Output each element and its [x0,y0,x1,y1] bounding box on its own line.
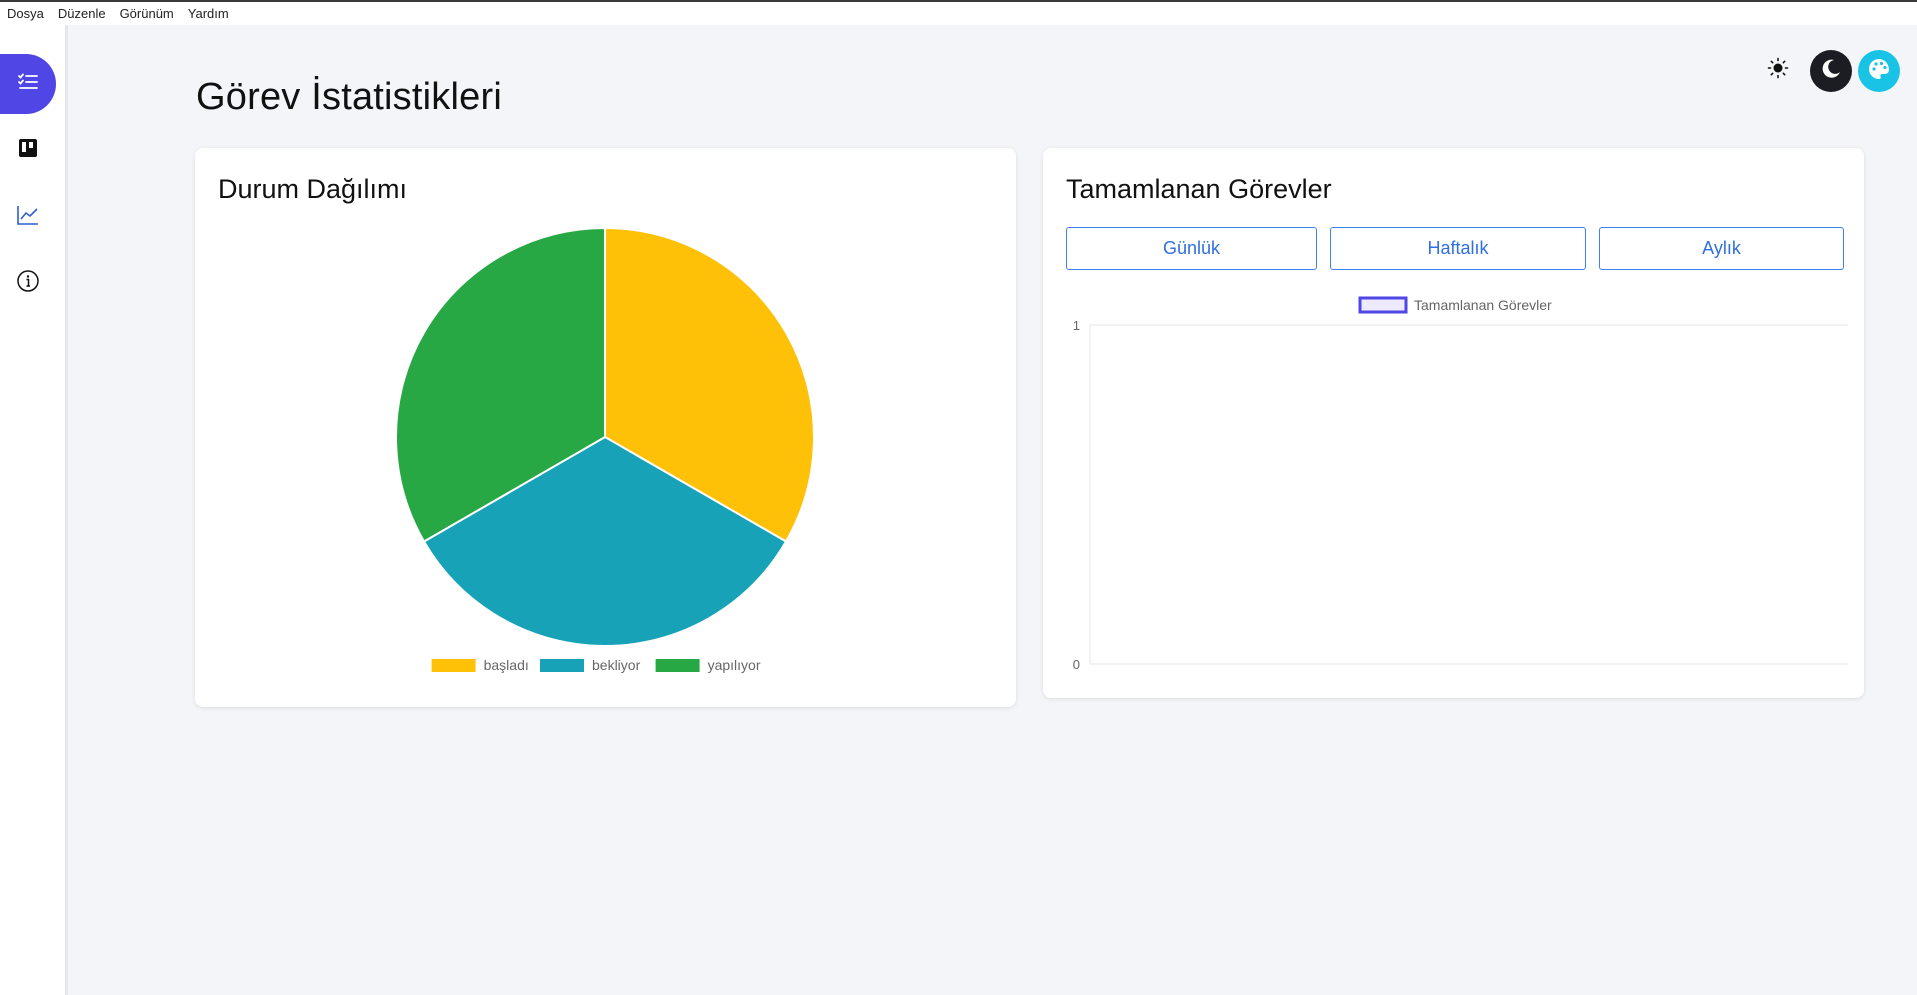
menu-edit[interactable]: Düzenle [58,6,106,21]
line-chart-icon [16,204,40,231]
pie-legend-swatch-1 [540,659,584,672]
dark-theme-button[interactable] [1810,50,1852,92]
page-title: Görev İstatistikleri [196,76,502,118]
menu-view[interactable]: Görünüm [120,6,174,21]
menu-file[interactable]: Dosya [7,6,44,21]
pie-legend-label-0[interactable]: başladı [484,657,529,673]
sidebar [0,25,68,995]
pie-legend-swatch-2 [655,659,700,672]
line-legend-swatch [1358,296,1408,314]
pie-legend-swatch-0 [431,659,476,672]
light-theme-button[interactable] [1764,56,1792,84]
status-pie-chart: başladı bekliyor yapılıyor [395,226,815,673]
line-legend-label[interactable]: Tamamlanan Görevler [1414,297,1552,313]
completed-tasks-line-chart: Tamamlanan Görevler 1 0 [1073,296,1848,672]
line-ytick-1: 0 [1073,657,1080,672]
sun-icon [1767,57,1789,84]
sidebar-item-tasks[interactable] [0,54,56,114]
task-list-icon [17,71,39,98]
status-distribution-card: Durum Dağılımı başladı bekliyor yapılıyor [195,148,1016,707]
line-ytick-0: 1 [1073,318,1080,333]
palette-icon [1867,57,1891,86]
theme-switcher [1764,48,1904,92]
pie-legend-label-1[interactable]: bekliyor [592,657,641,673]
sidebar-item-about[interactable] [0,255,56,311]
completed-tasks-card: Tamamlanan Görevler Günlük Haftalık Aylı… [1043,148,1864,698]
sidebar-item-kanban[interactable] [0,122,56,178]
menu-help[interactable]: Yardım [188,6,229,21]
custom-theme-button[interactable] [1858,50,1900,92]
kanban-board-icon [17,137,39,164]
info-icon [16,269,40,298]
menu-bar: Dosya Düzenle Görünüm Yardım [0,2,1917,25]
sidebar-item-statistics[interactable] [0,189,56,245]
moon-icon [1819,57,1843,86]
pie-legend-label-2[interactable]: yapılıyor [708,657,761,673]
